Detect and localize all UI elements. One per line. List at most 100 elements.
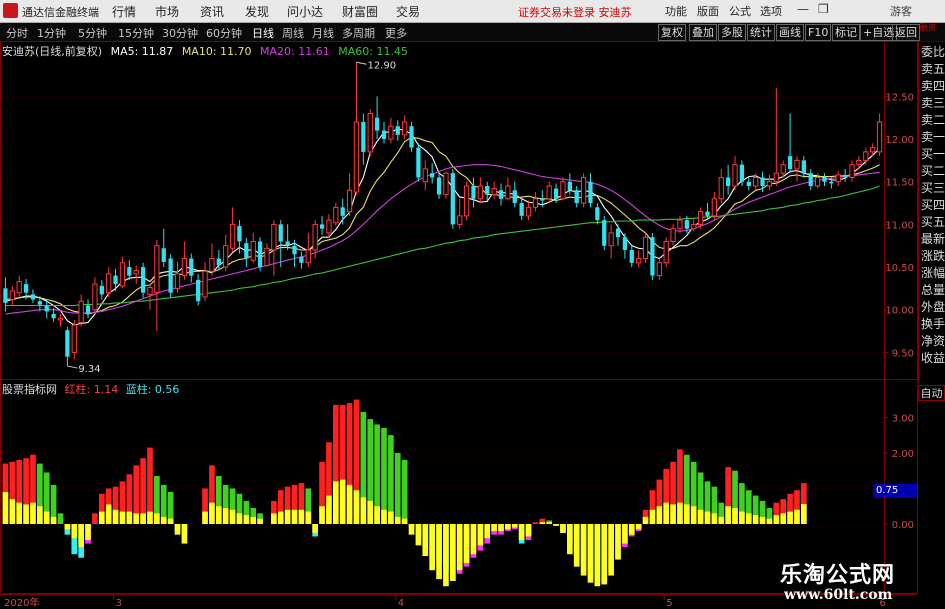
candle-body — [876, 121, 883, 153]
ma-legend: 安迪苏(日线,前复权) MA5: 11.87 MA10: 11.70 MA20:… — [2, 43, 413, 58]
candle-body — [780, 164, 786, 174]
sidebar-item-bid4[interactable]: 买四 — [920, 197, 945, 213]
candle-body — [92, 283, 98, 311]
candle-body — [3, 288, 8, 303]
candle-body — [636, 258, 642, 264]
candle-body — [65, 330, 70, 357]
sidebar-item-last[interactable]: 最新 — [920, 231, 945, 247]
sidebar-item-ask1[interactable]: 卖一 — [920, 129, 945, 145]
blue-bar — [312, 524, 318, 533]
sidebar-item-ask5[interactable]: 卖五 — [920, 61, 945, 77]
blue-bar — [222, 508, 229, 524]
ma5-label: MA5: 11.87 — [110, 45, 174, 58]
auto-button[interactable]: 自动 — [918, 385, 945, 401]
sidebar-item-change-pct[interactable]: 涨幅 — [920, 265, 945, 281]
candle-body — [595, 207, 600, 221]
sidebar-item-outer[interactable]: 外盘 — [920, 299, 945, 315]
indicator-legend: 股票指标网 红柱: 1.14 蓝柱: 0.56 — [2, 381, 183, 397]
candle-body — [78, 300, 84, 324]
candle-body — [843, 174, 848, 178]
annotation-pointer — [356, 61, 367, 65]
date-tick-label: 2020年 — [4, 596, 39, 609]
sidebar-item-change[interactable]: 涨跌 — [920, 248, 945, 264]
blue-bar — [408, 524, 415, 535]
blue-bar — [394, 516, 401, 524]
blue-bar — [64, 524, 71, 530]
blue-bar — [215, 506, 222, 524]
red-bar — [401, 460, 408, 524]
candle-body — [677, 219, 683, 230]
candle-body — [99, 285, 104, 295]
stock-chart[interactable]: 9.5010.0010.5011.0011.5012.0012.500.001.… — [0, 0, 945, 609]
candle-body — [436, 177, 442, 195]
candle-body — [85, 305, 91, 314]
blue-bar — [160, 516, 167, 524]
blue-bar — [284, 509, 291, 524]
blue-bar — [305, 511, 312, 524]
value-badge: 0.75 — [873, 484, 917, 498]
blue-bar — [174, 524, 181, 535]
blue-bar — [463, 524, 470, 564]
sidebar-item-nav[interactable]: 净资 — [920, 333, 945, 349]
candle-body — [650, 237, 655, 276]
candle-body — [829, 181, 834, 184]
blue-bar — [332, 481, 339, 524]
candle-body — [519, 203, 524, 216]
chart-grid — [2, 95, 883, 525]
candle-body — [870, 147, 876, 153]
sidebar-item-bid5[interactable]: 买五 — [920, 214, 945, 230]
blue-bar — [140, 513, 146, 524]
price-tick-label: 12.00 — [885, 135, 914, 146]
blue-bar — [326, 495, 332, 524]
candle-body — [753, 176, 759, 187]
candle-body — [353, 121, 360, 193]
blue-bar — [450, 524, 456, 581]
candle-body — [615, 228, 621, 238]
blue-bar — [181, 524, 188, 544]
blue-bar — [635, 524, 642, 530]
sidebar-item-bid3[interactable]: 买三 — [920, 180, 945, 196]
candle-body — [140, 267, 146, 293]
candle-body — [553, 188, 559, 199]
red-bar — [394, 452, 401, 524]
candle-body — [691, 223, 697, 230]
blue-bar — [498, 524, 504, 532]
candle-body — [44, 305, 49, 312]
blue-bar — [50, 516, 57, 524]
blue-bar — [381, 509, 387, 524]
blue-bar — [98, 511, 105, 524]
blue-bar — [291, 509, 298, 524]
candle-body — [113, 275, 118, 285]
candle-body — [739, 164, 745, 182]
blue-bar — [271, 513, 277, 524]
price-tick-label: 10.50 — [885, 263, 914, 274]
blue-bar — [587, 524, 594, 583]
candle-body — [333, 206, 339, 224]
blue-bar — [725, 506, 731, 524]
blue-bar — [16, 502, 23, 524]
candle-body — [471, 186, 476, 199]
sidebar-item-ask3[interactable]: 卖三 — [920, 95, 945, 111]
blue-bar — [167, 518, 174, 524]
candle-body — [711, 198, 718, 217]
sidebar-item-ratio[interactable]: 委比 — [920, 44, 945, 60]
indicator-tick-label: 2.00 — [892, 449, 914, 460]
candle-body — [326, 219, 332, 234]
sidebar-item-turnover[interactable]: 换手 — [920, 316, 945, 332]
blue-bar — [209, 502, 215, 524]
blue-bar — [346, 484, 353, 524]
candle-body — [856, 159, 862, 166]
sidebar-item-volume[interactable]: 总量 — [920, 282, 945, 298]
candle-body — [299, 256, 304, 263]
blue-bar — [23, 504, 29, 524]
sidebar-item-bid2[interactable]: 买二 — [920, 163, 945, 179]
blue-bar — [257, 518, 263, 524]
red-bar — [381, 428, 387, 524]
sidebar-item-ask4[interactable]: 卖四 — [920, 78, 945, 94]
sidebar-item-bid1[interactable]: 买一 — [920, 146, 945, 162]
candle-body — [608, 232, 614, 247]
sidebar-item-eps[interactable]: 收益 — [920, 350, 945, 366]
sidebar-item-ask2[interactable]: 卖二 — [920, 112, 945, 128]
date-tick-label: 3 — [116, 598, 122, 609]
candle-body — [209, 258, 215, 272]
